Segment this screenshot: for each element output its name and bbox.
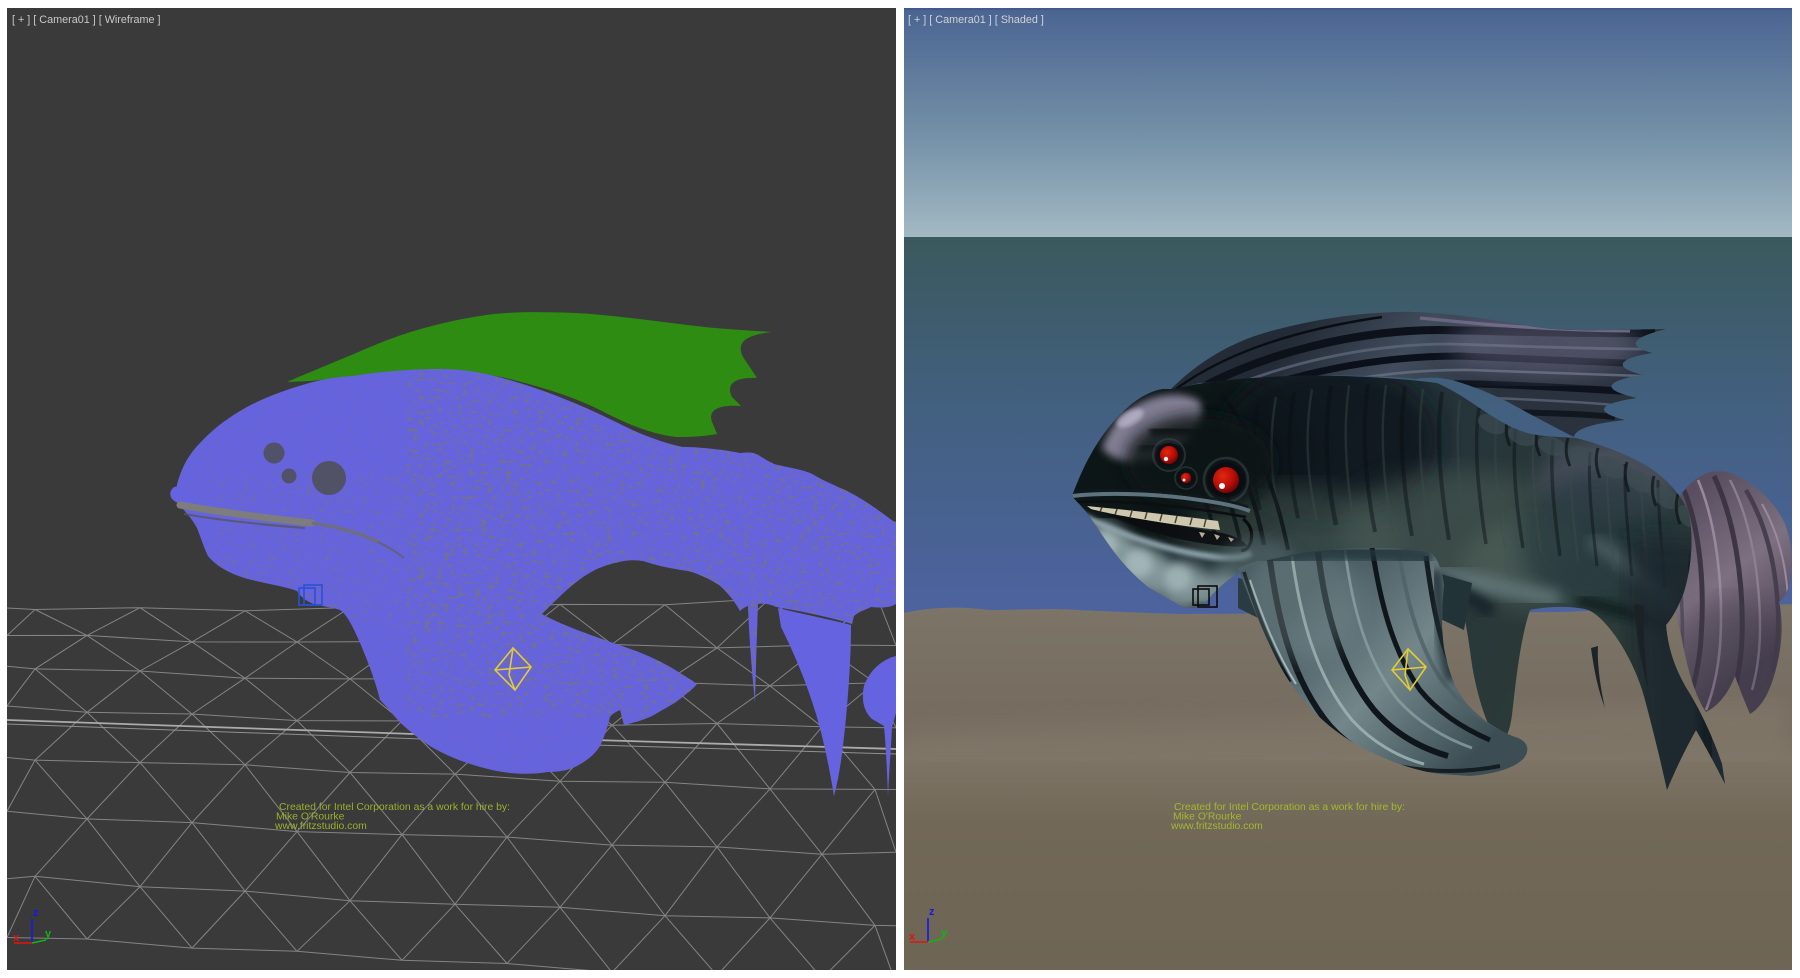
svg-text:z: z	[33, 907, 39, 919]
svg-text:y: y	[941, 927, 948, 939]
svg-text:x: x	[909, 931, 916, 943]
svg-text:z: z	[929, 906, 935, 918]
svg-text:[ + ] [ Camera01 ] [ Wireframe: [ + ] [ Camera01 ] [ Wireframe ]	[12, 14, 161, 26]
svg-text:y: y	[45, 928, 52, 940]
svg-text:www.fritzstudio.com: www.fritzstudio.com	[274, 821, 367, 832]
svg-text:[ + ] [ Camera01 ] [ Shaded ]: [ + ] [ Camera01 ] [ Shaded ]	[908, 14, 1044, 26]
svg-text:x: x	[13, 932, 20, 944]
svg-text:www.fritzstudio.com: www.fritzstudio.com	[1170, 821, 1263, 832]
